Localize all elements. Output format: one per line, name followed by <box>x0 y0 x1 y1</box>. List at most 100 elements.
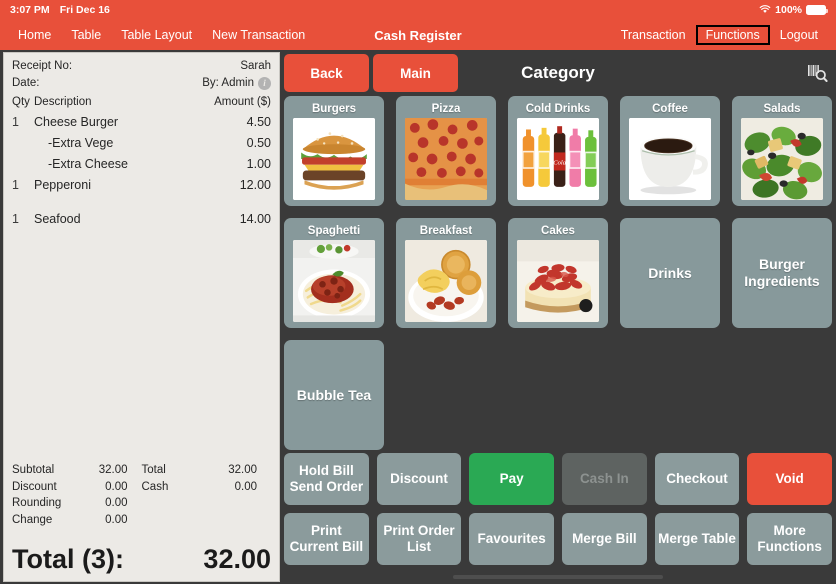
cash-label: Cash <box>141 480 169 493</box>
category-label: Coffee <box>652 103 688 115</box>
action-row-secondary: Print Current Bill Print Order List Favo… <box>284 513 832 565</box>
category-label: Pizza <box>431 103 461 115</box>
nav-logout[interactable]: Logout <box>770 25 828 45</box>
category-label: Salads <box>763 103 801 115</box>
receipt-header: Receipt No: Sarah Date: By: Admin i <box>4 53 279 92</box>
nav-home[interactable]: Home <box>8 25 61 45</box>
line-item-amount: 4.50 <box>246 115 271 129</box>
receipt-line-item-modifier[interactable]: -Extra Vege 0.50 <box>12 133 271 154</box>
category-label: Bubble Tea <box>296 386 372 403</box>
category-panel: Back Main Category Burgers Pizza Cold Dr… <box>280 50 836 584</box>
merge-table-button[interactable]: Merge Table <box>654 513 740 565</box>
totals-left-column: Subtotal 32.00 Discount 0.00 Rounding 0.… <box>12 462 142 528</box>
nav-right-group: Transaction Functions Logout <box>611 25 828 45</box>
receipt-line-item-modifier[interactable]: -Extra Cheese 1.00 <box>12 154 271 175</box>
category-salads[interactable]: Salads <box>732 96 832 206</box>
line-item-qty <box>12 154 34 175</box>
category-label: Drinks <box>648 264 692 281</box>
category-cold-drinks[interactable]: Cold Drinks Cola <box>508 96 608 206</box>
pay-button[interactable]: Pay <box>469 453 554 505</box>
category-label: Cold Drinks <box>525 103 591 115</box>
back-button[interactable]: Back <box>284 54 369 92</box>
grand-total-label: Total (3): <box>12 544 124 574</box>
receipt-items-list[interactable]: 1 Cheese Burger 4.50 -Extra Vege 0.50 -E… <box>4 112 279 462</box>
receipt-date-row: Date: By: Admin i <box>12 75 271 92</box>
line-item-qty: 1 <box>12 212 19 226</box>
category-drinks[interactable]: Drinks <box>620 218 720 328</box>
totals-subtotal-row: Subtotal 32.00 <box>12 462 142 479</box>
category-label: Burgers <box>311 103 357 115</box>
main-button[interactable]: Main <box>373 54 458 92</box>
totals-discount-row: Discount 0.00 <box>12 479 142 496</box>
category-bubble-tea[interactable]: Bubble Tea <box>284 340 384 450</box>
category-pizza[interactable]: Pizza <box>396 96 496 206</box>
receipt-no-value: Sarah <box>240 60 271 72</box>
receipt-line-item[interactable]: 1 Cheese Burger 4.50 <box>12 112 271 133</box>
print-order-list-button[interactable]: Print Order List <box>376 513 462 565</box>
burger-image <box>293 118 375 200</box>
checkout-button[interactable]: Checkout <box>654 453 740 505</box>
nav-new-transaction[interactable]: New Transaction <box>202 25 315 45</box>
status-bar-left: 3:07 PM Fri Dec 16 <box>10 4 110 16</box>
category-burger-ingredients[interactable]: Burger Ingredients <box>732 218 832 328</box>
wifi-icon <box>759 5 771 15</box>
nav-table-layout[interactable]: Table Layout <box>111 25 202 45</box>
nav-functions[interactable]: Functions <box>695 25 770 45</box>
category-label: Spaghetti <box>307 225 361 237</box>
column-header-description: Description <box>34 96 92 108</box>
rounding-value: 0.00 <box>105 497 128 509</box>
action-row-primary: Hold Bill Send Order Discount Pay Cash I… <box>284 453 832 505</box>
category-grid: Burgers Pizza Cold Drinks Cola Coffee Sa… <box>284 94 832 453</box>
nav-table[interactable]: Table <box>61 25 111 45</box>
status-bar-right: 100% <box>759 4 828 16</box>
receipt-line-item[interactable]: 1 Pepperoni 12.00 <box>12 175 271 196</box>
receipt-operator-value: By: Admin <box>202 77 254 89</box>
category-label: Burger Ingredients <box>744 256 820 289</box>
totals-change-row: Change 0.00 <box>12 512 142 529</box>
subtotal-label: Subtotal <box>12 464 55 476</box>
nav-transaction[interactable]: Transaction <box>611 25 696 45</box>
discount-button[interactable]: Discount <box>376 453 462 505</box>
top-navigation-bar: Home Table Table Layout New Transaction … <box>0 20 836 50</box>
grand-total-row: Total (3): 32.00 <box>4 544 279 581</box>
merge-bill-button[interactable]: Merge Bill <box>561 513 647 565</box>
line-item-description: Pepperoni <box>34 178 91 192</box>
receipt-panel: Receipt No: Sarah Date: By: Admin i Qty … <box>3 52 280 582</box>
column-header-amount: Amount ($) <box>214 96 271 108</box>
line-item-description: -Extra Vege <box>48 136 114 150</box>
receipt-line-item[interactable]: 1 Seafood 14.00 <box>12 209 271 230</box>
more-functions-button[interactable]: More Functions <box>747 513 832 565</box>
cake-image <box>517 240 599 322</box>
line-item-amount: 14.00 <box>239 212 271 226</box>
line-item-description: Seafood <box>34 212 81 226</box>
barcode-search-icon[interactable] <box>802 58 832 88</box>
cash-value: 0.00 <box>234 480 257 493</box>
category-spaghetti[interactable]: Spaghetti <box>284 218 384 328</box>
receipt-date-label: Date: <box>12 77 40 89</box>
discount-label: Discount <box>12 480 57 493</box>
favourites-button[interactable]: Favourites <box>469 513 554 565</box>
line-item-amount: 0.50 <box>246 136 271 150</box>
breakfast-image <box>405 240 487 322</box>
nav-left-group: Home Table Table Layout New Transaction <box>8 25 315 45</box>
category-toolbar: Back Main Category <box>284 52 832 94</box>
category-label: Breakfast <box>419 225 473 237</box>
cold-drinks-image: Cola <box>517 118 599 200</box>
column-header-qty: Qty <box>12 96 30 108</box>
pizza-image <box>405 118 487 200</box>
category-coffee[interactable]: Coffee <box>620 96 720 206</box>
category-breakfast[interactable]: Breakfast <box>396 218 496 328</box>
main-content: Receipt No: Sarah Date: By: Admin i Qty … <box>0 50 836 584</box>
void-button[interactable]: Void <box>747 453 832 505</box>
print-current-bill-button[interactable]: Print Current Bill <box>284 513 369 565</box>
category-cakes[interactable]: Cakes <box>508 218 608 328</box>
subtotal-value: 32.00 <box>98 464 128 476</box>
grand-total-value: 32.00 <box>203 544 271 574</box>
battery-percent-label: 100% <box>775 4 802 16</box>
cash-in-button: Cash In <box>561 453 647 505</box>
status-time: 3:07 PM <box>10 4 50 16</box>
category-burgers[interactable]: Burgers <box>284 96 384 206</box>
category-label: Cakes <box>541 225 575 237</box>
info-icon[interactable]: i <box>258 77 271 90</box>
hold-bill-send-order-button[interactable]: Hold Bill Send Order <box>284 453 369 505</box>
